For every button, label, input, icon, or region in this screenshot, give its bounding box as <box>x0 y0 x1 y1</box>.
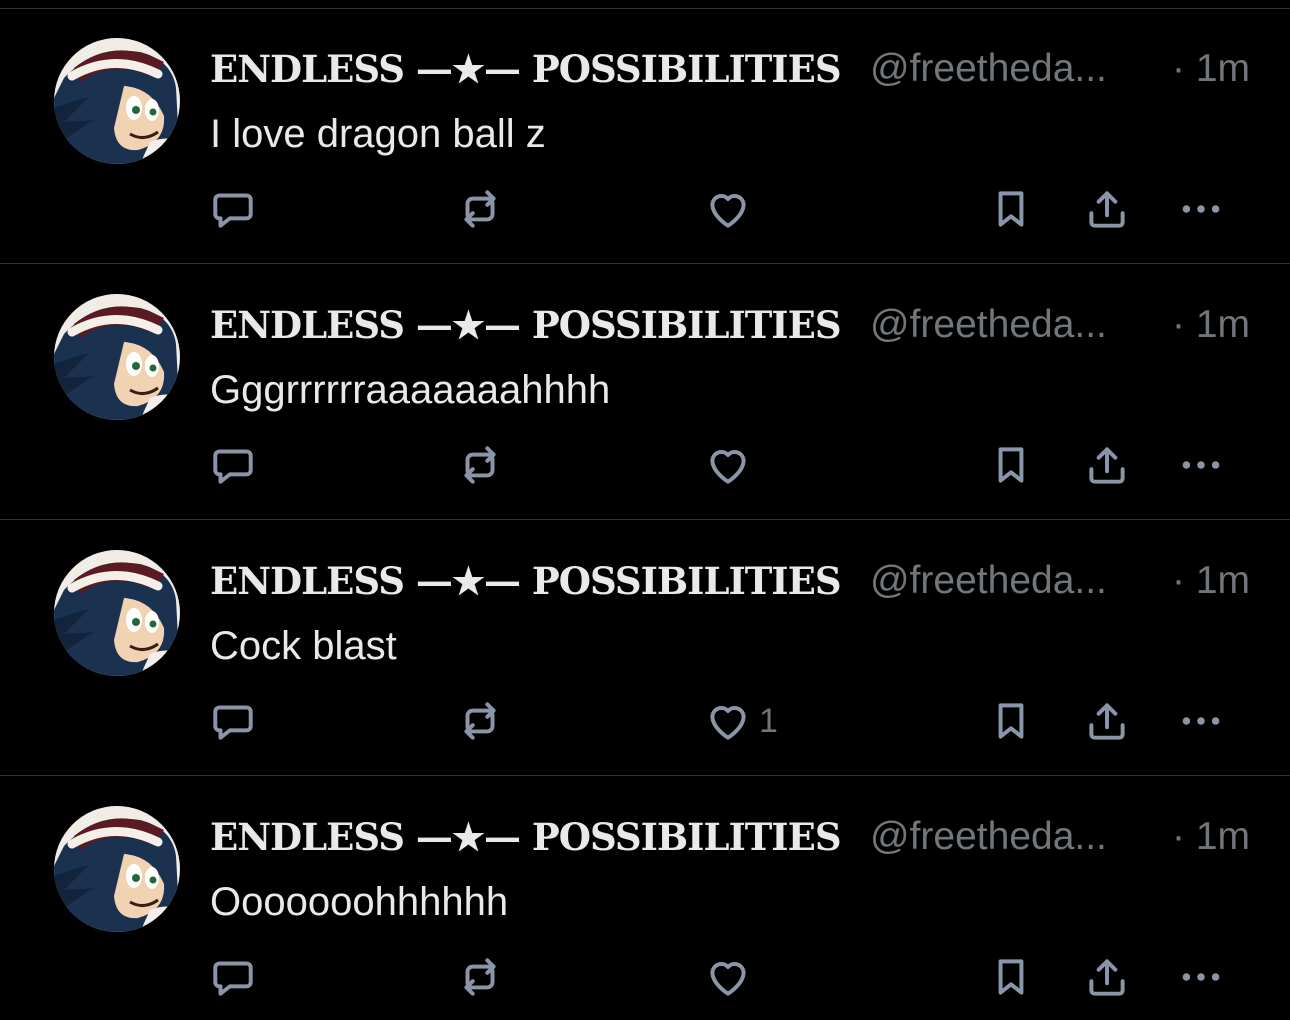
more-icon <box>1182 973 1220 981</box>
reply-icon <box>213 193 253 228</box>
avatar-image <box>54 294 180 420</box>
bookmark-icon <box>998 959 1024 995</box>
post-header: ENDLESS —★— POSSIBILITIES @freetheda... … <box>210 299 1250 355</box>
bookmark-button[interactable] <box>986 691 1036 751</box>
repost-button[interactable] <box>455 179 505 239</box>
share-icon <box>1089 959 1125 996</box>
heart-icon <box>710 706 746 740</box>
more-icon <box>1182 461 1220 469</box>
post-header: ENDLESS —★— POSSIBILITIES @freetheda... … <box>210 811 1250 867</box>
post[interactable]: ENDLESS —★— POSSIBILITIES @freetheda... … <box>0 777 1290 1020</box>
author-name[interactable]: ENDLESS —★— POSSIBILITIES <box>210 299 842 351</box>
like-count: 1 <box>759 701 778 740</box>
author-handle[interactable]: @freetheda... <box>870 811 1107 863</box>
like-button[interactable] <box>703 947 759 1007</box>
post-text: I love dragon ball z <box>210 112 546 156</box>
author-handle[interactable]: @freetheda... <box>870 43 1107 95</box>
repost-icon <box>464 446 496 484</box>
more-button[interactable] <box>1176 691 1226 751</box>
avatar-image <box>54 550 180 676</box>
bookmark-icon <box>998 447 1024 483</box>
post-divider <box>0 519 1290 520</box>
post-time[interactable]: · 1m <box>1172 299 1250 351</box>
author-handle[interactable]: @freetheda... <box>870 555 1107 607</box>
more-button[interactable] <box>1176 947 1226 1007</box>
post-text: Ooooooohhhhhh <box>210 880 509 924</box>
repost-button[interactable] <box>455 947 505 1007</box>
repost-button[interactable] <box>455 435 505 495</box>
like-button[interactable] <box>703 435 759 495</box>
share-button[interactable] <box>1082 435 1132 495</box>
repost-icon <box>464 702 496 740</box>
post-text: Gggrrrrrraaaaaaahhhh <box>210 368 611 412</box>
heart-icon <box>710 450 746 484</box>
author-name[interactable]: ENDLESS —★— POSSIBILITIES <box>210 43 842 95</box>
share-icon <box>1089 703 1125 740</box>
bookmark-button[interactable] <box>986 179 1036 239</box>
post[interactable]: ENDLESS —★— POSSIBILITIES @freetheda... … <box>0 9 1290 264</box>
reply-icon <box>213 961 253 996</box>
post-time[interactable]: · 1m <box>1172 555 1250 607</box>
like-button[interactable] <box>703 179 759 239</box>
avatar[interactable] <box>54 550 180 676</box>
post-time[interactable]: · 1m <box>1172 811 1250 863</box>
post[interactable]: ENDLESS —★— POSSIBILITIES @freetheda... … <box>0 521 1290 776</box>
avatar[interactable] <box>54 294 180 420</box>
bookmark-button[interactable] <box>986 947 1036 1007</box>
reply-button[interactable] <box>208 691 258 751</box>
post-time[interactable]: · 1m <box>1172 43 1250 95</box>
avatar[interactable] <box>54 806 180 932</box>
more-icon <box>1182 205 1220 213</box>
author-name[interactable]: ENDLESS —★— POSSIBILITIES <box>210 811 842 863</box>
reply-icon <box>213 449 253 484</box>
reply-icon <box>213 705 253 740</box>
share-icon <box>1089 447 1125 484</box>
more-button[interactable] <box>1176 435 1226 495</box>
post-divider <box>0 775 1290 776</box>
avatar[interactable] <box>54 38 180 164</box>
post-actions: 1 <box>0 691 1290 751</box>
heart-icon <box>710 962 746 996</box>
reply-button[interactable] <box>208 179 258 239</box>
post-actions <box>0 947 1290 1007</box>
author-handle[interactable]: @freetheda... <box>870 299 1107 351</box>
like-button[interactable]: 1 <box>703 691 778 751</box>
post-header: ENDLESS —★— POSSIBILITIES @freetheda... … <box>210 43 1250 99</box>
post[interactable]: ENDLESS —★— POSSIBILITIES @freetheda... … <box>0 265 1290 520</box>
author-name[interactable]: ENDLESS —★— POSSIBILITIES <box>210 555 842 607</box>
bookmark-icon <box>998 191 1024 227</box>
share-button[interactable] <box>1082 947 1132 1007</box>
heart-icon <box>710 194 746 228</box>
post-text: Cock blast <box>210 624 397 668</box>
share-icon <box>1089 191 1125 228</box>
avatar-image <box>54 38 180 164</box>
share-button[interactable] <box>1082 691 1132 751</box>
post-divider <box>0 263 1290 264</box>
post-actions <box>0 435 1290 495</box>
share-button[interactable] <box>1082 179 1132 239</box>
bookmark-icon <box>998 703 1024 739</box>
reply-button[interactable] <box>208 435 258 495</box>
more-button[interactable] <box>1176 179 1226 239</box>
post-actions <box>0 179 1290 239</box>
post-header: ENDLESS —★— POSSIBILITIES @freetheda... … <box>210 555 1250 611</box>
repost-icon <box>464 190 496 228</box>
bookmark-button[interactable] <box>986 435 1036 495</box>
avatar-image <box>54 806 180 932</box>
repost-button[interactable] <box>455 691 505 751</box>
repost-icon <box>464 958 496 996</box>
reply-button[interactable] <box>208 947 258 1007</box>
more-icon <box>1182 717 1220 725</box>
